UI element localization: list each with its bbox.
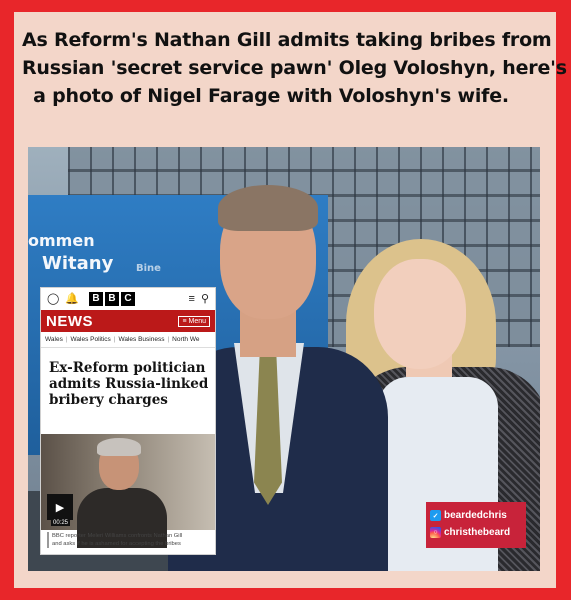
headline-line-2: admits Russia-linked — [49, 376, 209, 392]
caption-line-2: Russian 'secret service pawn' Oleg Volos… — [22, 57, 567, 79]
social-handles-badge: ✓ beardedchris ○ christhebeard — [426, 502, 526, 548]
article-video-thumbnail[interactable]: ▶ 00:25 — [41, 434, 215, 548]
nav-item-north-wales[interactable]: North We — [172, 336, 199, 343]
woman-face — [374, 259, 466, 369]
caption-line-1: As Reform's Nathan Gill admits taking br… — [22, 29, 552, 51]
headline-line-3: bribery charges — [49, 392, 168, 408]
instagram-icon: ○ — [430, 527, 441, 538]
twitter-handle: beardedchris — [444, 510, 507, 521]
instagram-handle: christhebeard — [444, 527, 511, 538]
thumbnail-caption-line-2: and asks if he is ashamed for accepting … — [52, 541, 181, 547]
article-headline[interactable]: Ex-Reform politician admits Russia-linke… — [41, 348, 215, 408]
nav-item-wales-politics[interactable]: Wales Politics — [71, 336, 111, 343]
thumbnail-caption: BBC reporter Meleri Williams confronts N… — [47, 532, 211, 548]
bus-text-3: Bine — [136, 263, 161, 274]
twitter-row: ✓ beardedchris — [430, 507, 522, 524]
bus-text-2: Witany — [42, 253, 114, 274]
play-icon[interactable]: ▶ — [47, 494, 73, 520]
account-icon[interactable]: ◯ — [47, 293, 59, 305]
headline-line-1: Ex-Reform politician — [49, 360, 206, 376]
bbc-logo-letter: B — [105, 292, 120, 306]
twitter-icon: ✓ — [430, 510, 441, 521]
bbc-subnav: Wales | Wales Politics | Wales Business … — [41, 332, 215, 348]
menu-icon[interactable]: ≡ — [189, 293, 195, 305]
bus-text-1: ommen — [28, 231, 95, 250]
menu-label: Menu — [188, 317, 206, 325]
meme-caption: As Reform's Nathan Gill admits taking br… — [22, 26, 567, 110]
bbc-news-screenshot: ◯ 🔔 B B C ≡ ⚲ NEWS ≡ Menu Wales | Wales … — [40, 287, 216, 555]
menu-button[interactable]: ≡ Menu — [178, 315, 210, 327]
search-icon[interactable]: ⚲ — [201, 293, 209, 305]
instagram-row: ○ christhebeard — [430, 524, 522, 541]
nav-item-wales-business[interactable]: Wales Business — [118, 336, 164, 343]
bbc-news-bar: NEWS ≡ Menu — [41, 310, 215, 332]
bell-icon[interactable]: 🔔 — [65, 293, 79, 305]
video-duration: 00:25 — [51, 520, 71, 526]
news-label[interactable]: NEWS — [46, 313, 93, 330]
caption-line-3: a photo of Nigel Farage with Voloshyn's … — [33, 85, 509, 107]
thumbnail-person-hair — [97, 438, 141, 456]
bbc-logo-letter: C — [121, 292, 136, 306]
bbc-topbar: ◯ 🔔 B B C ≡ ⚲ — [41, 288, 215, 310]
thumbnail-caption-line-1: BBC reporter Meleri Williams confronts N… — [52, 533, 183, 539]
bbc-logo-letter: B — [89, 292, 104, 306]
bbc-logo[interactable]: B B C — [89, 292, 136, 306]
man-hair — [218, 185, 318, 231]
nav-item-wales[interactable]: Wales — [45, 336, 63, 343]
